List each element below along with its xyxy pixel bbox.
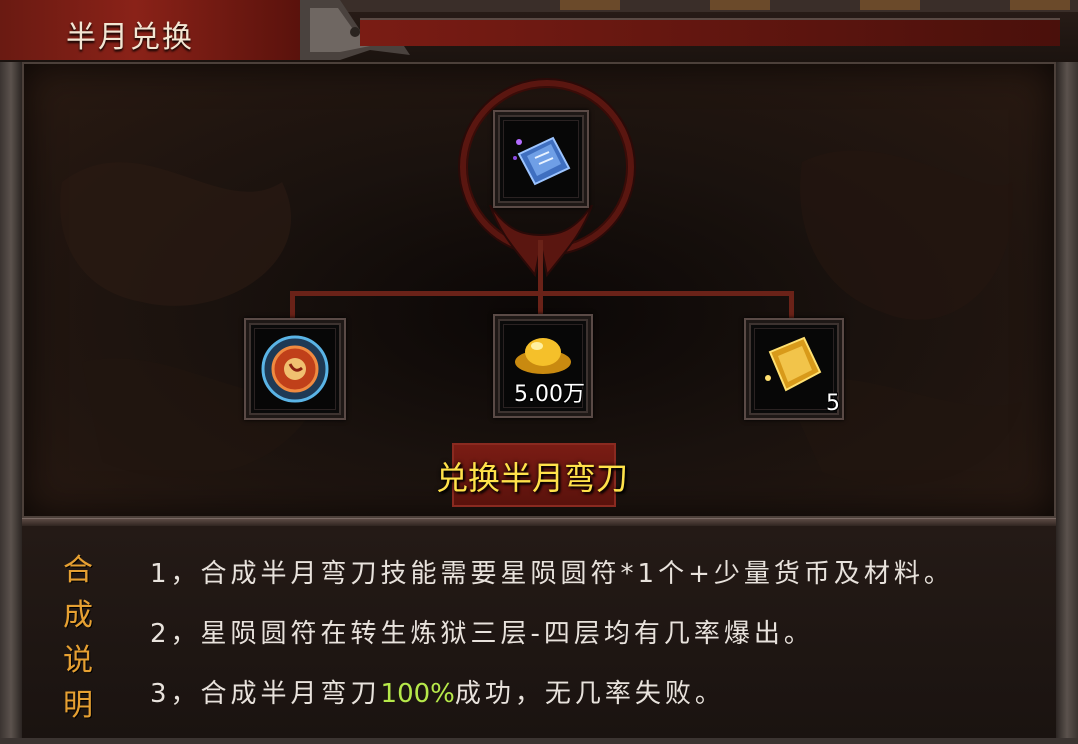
material-count-scroll: 5 — [826, 391, 840, 416]
title-tab: 半月兑换 — [0, 0, 303, 60]
connector-vertical — [538, 240, 543, 314]
gold-ingot-icon — [515, 338, 571, 374]
window-title: 半月兑换 — [66, 20, 194, 55]
instruction-line-3-before: 3，合成半月弯刀 — [150, 679, 381, 709]
instructions-label-char: 合 — [63, 553, 93, 588]
right-frame-border — [1056, 62, 1078, 744]
instructions-label-char: 明 — [63, 688, 93, 723]
material-slot-gold[interactable]: 5.00万 — [493, 314, 593, 418]
top-tab-strip — [330, 0, 1078, 12]
instruction-line-3: 3，合成半月弯刀100%成功，无几率失败。 — [150, 673, 725, 710]
material-slot-scroll[interactable]: 5 — [744, 318, 844, 420]
star-rune-disc-icon — [261, 335, 329, 403]
success-rate-highlight: 100% — [380, 679, 455, 709]
left-frame-border — [0, 62, 22, 744]
material-slot-rune[interactable] — [244, 318, 346, 420]
gold-scroll-fragment-icon — [765, 336, 822, 392]
bottom-frame-border — [0, 738, 1078, 744]
exchange-button-label-wrap[interactable]: 兑换半月弯刀 — [420, 443, 644, 503]
exchange-button-label: 兑换半月弯刀 — [435, 459, 628, 497]
connector-horizontal — [290, 291, 794, 296]
instructions-label: 合 成 说 明 — [58, 548, 98, 728]
instructions-label-char: 成 — [63, 598, 93, 633]
instructions-label-char: 说 — [63, 643, 93, 678]
material-count-gold: 5.00万 — [514, 382, 585, 407]
title-bar: 半月兑换 — [0, 0, 1078, 64]
title-decor-stripe — [360, 18, 1060, 46]
instruction-line-1: 1，合成半月弯刀技能需要星陨圆符*1个+少量货币及材料。 — [150, 559, 954, 589]
connector-right — [789, 291, 794, 319]
instruction-line-2: 2，星陨圆符在转生炼狱三层-四层均有几率爆出。 — [150, 619, 814, 649]
exchange-window: 半月兑换 5.00万 5 兑换半月弯刀 合 成 说 明 1，合成半月弯刀技能需要… — [0, 0, 1078, 744]
result-item-slot[interactable] — [493, 110, 589, 208]
blue-skill-book-icon — [513, 136, 571, 186]
connector-left — [290, 291, 295, 319]
instruction-line-3-after: 成功，无几率失败。 — [454, 679, 725, 709]
